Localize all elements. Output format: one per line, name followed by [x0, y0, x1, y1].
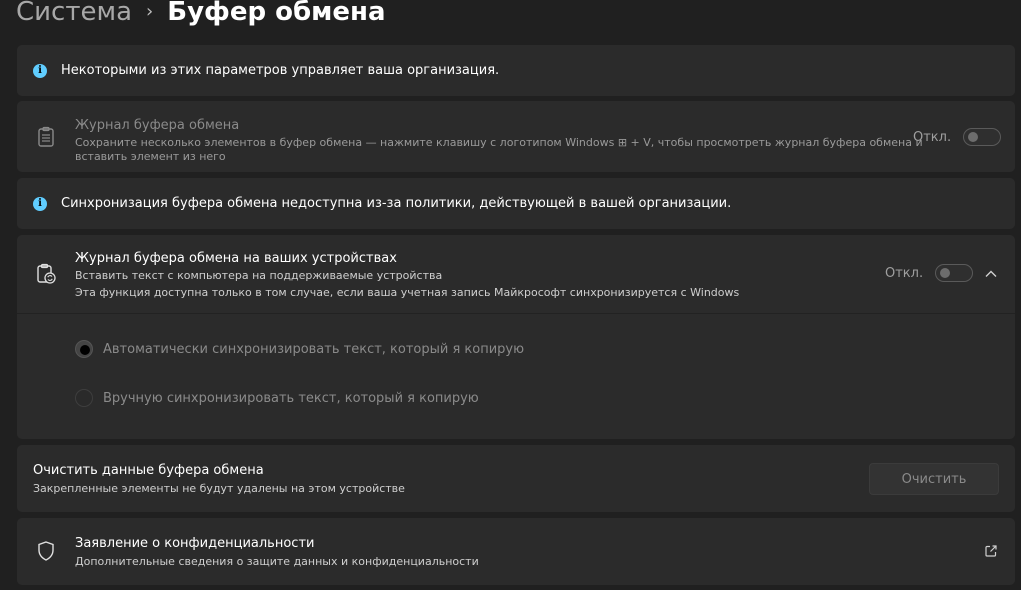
shield-icon	[38, 541, 54, 561]
info-banner-text: Некоторыми из этих параметров управляет …	[61, 63, 500, 78]
privacy-statement-row[interactable]: Заявление о конфиденциальности Дополните…	[17, 518, 1015, 585]
toggle-label: Откл.	[913, 129, 952, 145]
toggle-label: Откл.	[885, 265, 924, 281]
info-banner-managed: i Некоторыми из этих параметров управляе…	[17, 45, 1015, 96]
clipboard-sync-toggle[interactable]	[935, 264, 974, 282]
toggle-knob	[940, 268, 951, 278]
radio-label: Автоматически синхронизировать текст, ко…	[103, 341, 525, 357]
clipboard-history-toggle-group: Откл.	[913, 128, 1002, 146]
clipboard-history-desc-2: вставить элемент из него	[75, 150, 226, 163]
clipboard-sync-desc-1: Вставить текст с компьютера на поддержив…	[75, 269, 443, 282]
info-banner-sync-policy: i Синхронизация буфера обмена недоступна…	[17, 178, 1015, 229]
info-icon: i	[33, 196, 47, 211]
breadcrumb-parent[interactable]: Система	[16, 0, 132, 30]
sync-option-manual[interactable]: Вручную синхронизировать текст, который …	[75, 389, 479, 407]
clipboard-history-title: Журнал буфера обмена	[75, 118, 240, 133]
radio-button[interactable]	[75, 389, 93, 407]
clipboard-sync-title: Журнал буфера обмена на ваших устройства…	[75, 251, 397, 266]
external-link-icon[interactable]	[984, 544, 998, 558]
page-title: Буфер обмена	[167, 0, 386, 27]
radio-label: Вручную синхронизировать текст, который …	[103, 390, 479, 406]
clipboard-sync-toggle-group: Откл.	[885, 264, 974, 282]
clear-clipboard-title: Очистить данные буфера обмена	[33, 463, 264, 478]
chevron-up-icon[interactable]	[984, 267, 998, 281]
toggle-knob	[968, 132, 979, 142]
privacy-title: Заявление о конфиденциальности	[75, 536, 315, 551]
info-banner-text: Синхронизация буфера обмена недоступна и…	[61, 196, 732, 211]
sync-option-auto[interactable]: Автоматически синхронизировать текст, ко…	[75, 340, 524, 358]
divider	[17, 313, 1015, 314]
clear-clipboard-desc: Закрепленные элементы не будут удалены н…	[33, 482, 405, 495]
clipboard-sync-icon	[37, 263, 56, 284]
clear-clipboard-row: Очистить данные буфера обмена Закрепленн…	[17, 445, 1015, 512]
clipboard-history-row: Журнал буфера обмена Сохраните несколько…	[17, 101, 1015, 172]
breadcrumb: Система › Буфер обмена	[16, 0, 386, 30]
clipboard-list-icon	[38, 126, 54, 147]
clipboard-sync-row: Журнал буфера обмена на ваших устройства…	[17, 235, 1015, 439]
clipboard-sync-desc-2: Эта функция доступна только в том случае…	[75, 286, 740, 299]
info-icon: i	[33, 63, 47, 78]
privacy-desc: Дополнительные сведения о защите данных …	[75, 555, 479, 568]
clipboard-history-toggle[interactable]	[963, 128, 1002, 146]
chevron-right-icon: ›	[146, 1, 154, 22]
radio-button-selected[interactable]	[75, 340, 93, 358]
clear-button[interactable]: Очистить	[869, 463, 999, 495]
